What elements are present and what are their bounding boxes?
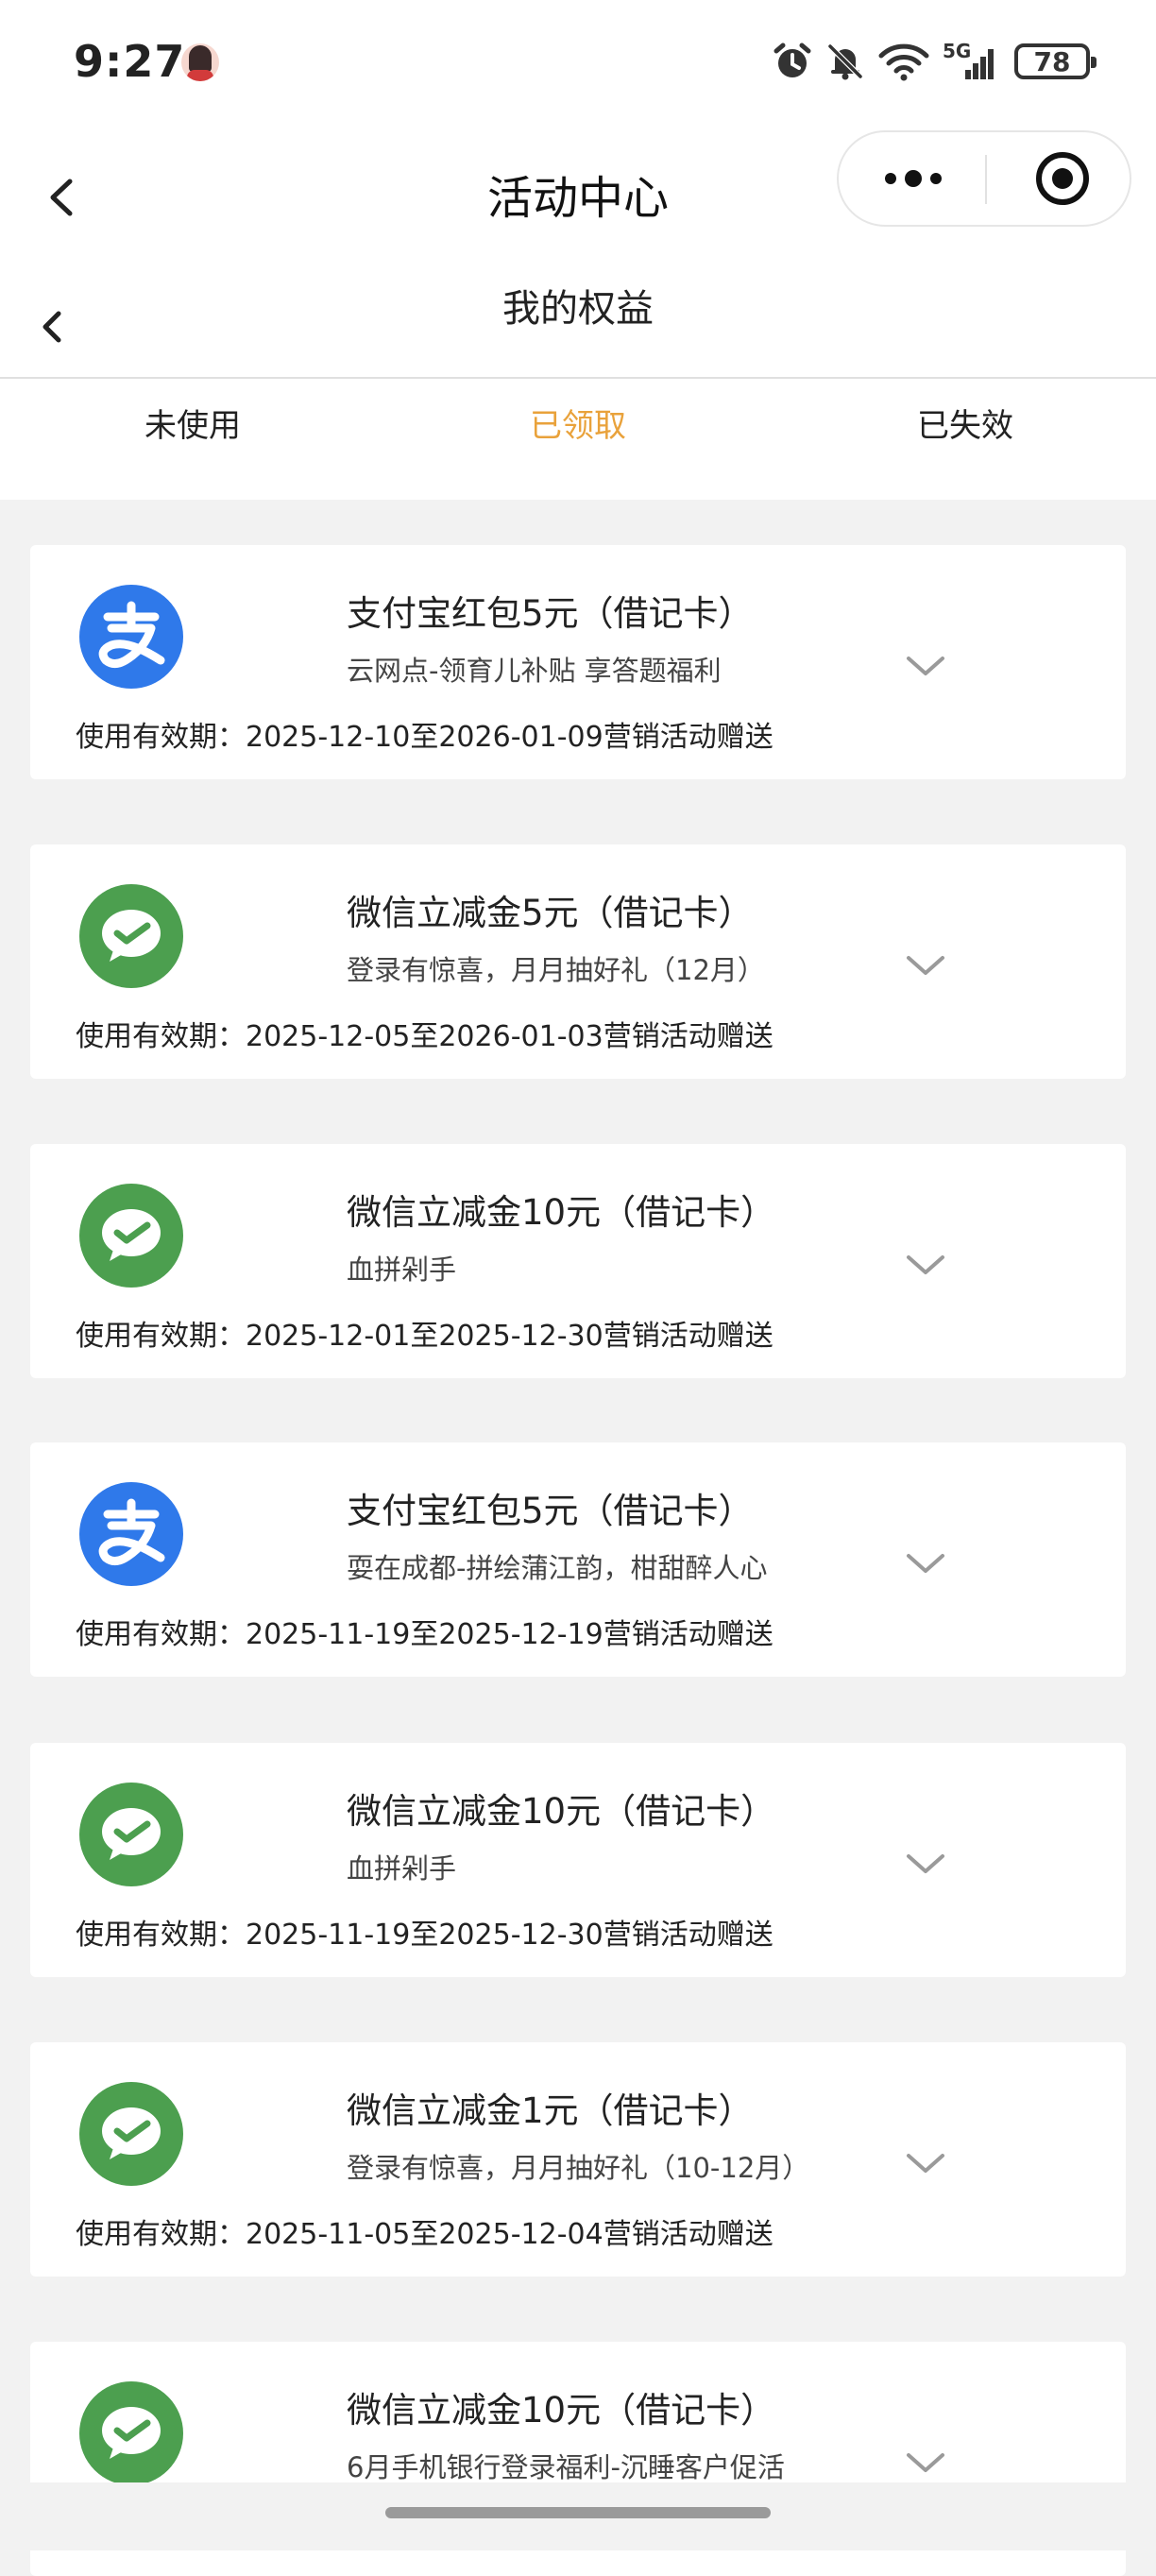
battery-level: 78	[1033, 45, 1071, 77]
card-subtitle: 耍在成都-拼绘蒲江韵，柑甜醉人心	[347, 1552, 768, 1584]
card-validity: 使用有效期：2025-12-01至2025-12-30营销活动赠送	[76, 1320, 774, 1353]
card-validity: 使用有效期：2025-11-19至2025-12-19营销活动赠送	[76, 1618, 774, 1651]
wechat-pay-logo-icon	[102, 2107, 161, 2159]
chevron-down-icon[interactable]	[899, 2444, 952, 2482]
benefit-card-2[interactable]: 微信立减金5元（借记卡） 登录有惊喜，月月抽好礼（12月） 使用有效期：2025…	[30, 844, 1126, 1079]
tab-claimed[interactable]: 已领取	[436, 379, 720, 473]
benefit-card-1[interactable]: 支付宝红包5元（借记卡） 云网点-领育儿补贴 享答题福利 使用有效期：2025-…	[30, 545, 1126, 779]
alipay-logo-icon	[98, 601, 165, 668]
benefit-card-5[interactable]: 微信立减金10元（借记卡） 血拼剁手 使用有效期：2025-11-19至2025…	[30, 1743, 1126, 1977]
chevron-down-icon[interactable]	[899, 647, 952, 685]
wechat-logo	[79, 884, 183, 988]
signal-icon: 5G	[943, 40, 1001, 81]
card-validity: 使用有效期：2025-12-05至2026-01-03营销活动赠送	[76, 1020, 774, 1053]
wechat-pay-logo-icon	[102, 1808, 161, 1860]
card-title: 微信立减金10元（借记卡）	[347, 1192, 776, 1233]
card-title: 支付宝红包5元（借记卡）	[347, 1491, 754, 1531]
chevron-down-icon[interactable]	[899, 1544, 952, 1582]
card-subtitle: 血拼剁手	[347, 1254, 457, 1286]
capsule-menu	[837, 130, 1131, 227]
wechat-logo	[79, 1184, 183, 1288]
card-title: 支付宝红包5元（借记卡）	[347, 593, 754, 634]
wechat-logo	[79, 2082, 183, 2186]
card-subtitle: 登录有惊喜，月月抽好礼（10-12月）	[347, 2152, 810, 2184]
card-subtitle: 登录有惊喜，月月抽好礼（12月）	[347, 954, 765, 986]
wechat-pay-logo-icon	[102, 1209, 161, 1261]
tab-expired[interactable]: 已失效	[824, 379, 1107, 473]
wechat-logo	[79, 2381, 183, 2485]
card-title: 微信立减金1元（借记卡）	[347, 2090, 754, 2131]
benefit-card-6[interactable]: 微信立减金1元（借记卡） 登录有惊喜，月月抽好礼（10-12月） 使用有效期：2…	[30, 2042, 1126, 2277]
status-bar: 9:27 5G 78	[0, 0, 1156, 132]
alipay-logo	[79, 585, 183, 689]
page-header: 我的权益	[0, 264, 1156, 378]
alipay-logo-icon	[98, 1498, 165, 1565]
status-time: 9:27	[74, 36, 186, 87]
card-validity: 使用有效期：2025-11-19至2025-12-30营销活动赠送	[76, 1919, 774, 1952]
wifi-icon	[878, 43, 929, 81]
card-title: 微信立减金10元（借记卡）	[347, 1791, 776, 1832]
card-title: 微信立减金5元（借记卡）	[347, 893, 754, 933]
card-title: 微信立减金10元（借记卡）	[347, 2390, 776, 2431]
page-title: 我的权益	[502, 287, 654, 331]
wechat-pay-logo-icon	[102, 2407, 161, 2459]
status-icons: 5G 78	[773, 40, 1096, 81]
card-subtitle: 云网点-领育儿补贴 享答题福利	[347, 655, 722, 687]
benefit-card-4[interactable]: 支付宝红包5元（借记卡） 耍在成都-拼绘蒲江韵，柑甜醉人心 使用有效期：2025…	[30, 1442, 1126, 1677]
more-dots-icon[interactable]	[839, 132, 985, 225]
chevron-down-icon[interactable]	[899, 947, 952, 984]
battery-icon: 78	[1014, 43, 1096, 79]
chevron-down-icon[interactable]	[899, 1246, 952, 1284]
target-circle-icon[interactable]	[987, 132, 1131, 225]
benefit-card-3[interactable]: 微信立减金10元（借记卡） 血拼剁手 使用有效期：2025-12-01至2025…	[30, 1144, 1126, 1378]
card-subtitle: 血拼剁手	[347, 1852, 457, 1885]
tab-unused[interactable]: 未使用	[51, 379, 334, 473]
wechat-pay-logo-icon	[102, 910, 161, 962]
chevron-down-icon[interactable]	[899, 1845, 952, 1883]
alarm-icon	[774, 43, 811, 77]
mute-bell-icon	[827, 43, 863, 80]
status-avatar-icon	[181, 43, 219, 81]
chevron-down-icon[interactable]	[899, 2144, 952, 2182]
alipay-logo	[79, 1482, 183, 1586]
home-indicator[interactable]	[385, 2507, 771, 2518]
card-validity: 使用有效期：2025-11-05至2025-12-04营销活动赠送	[76, 2218, 774, 2251]
wechat-logo	[79, 1783, 183, 1886]
card-subtitle: 6月手机银行登录福利-沉睡客户促活	[347, 2451, 785, 2483]
tab-bar: 未使用 已领取 已失效	[0, 379, 1156, 500]
card-validity: 使用有效期：2025-12-10至2026-01-09营销活动赠送	[76, 721, 774, 754]
